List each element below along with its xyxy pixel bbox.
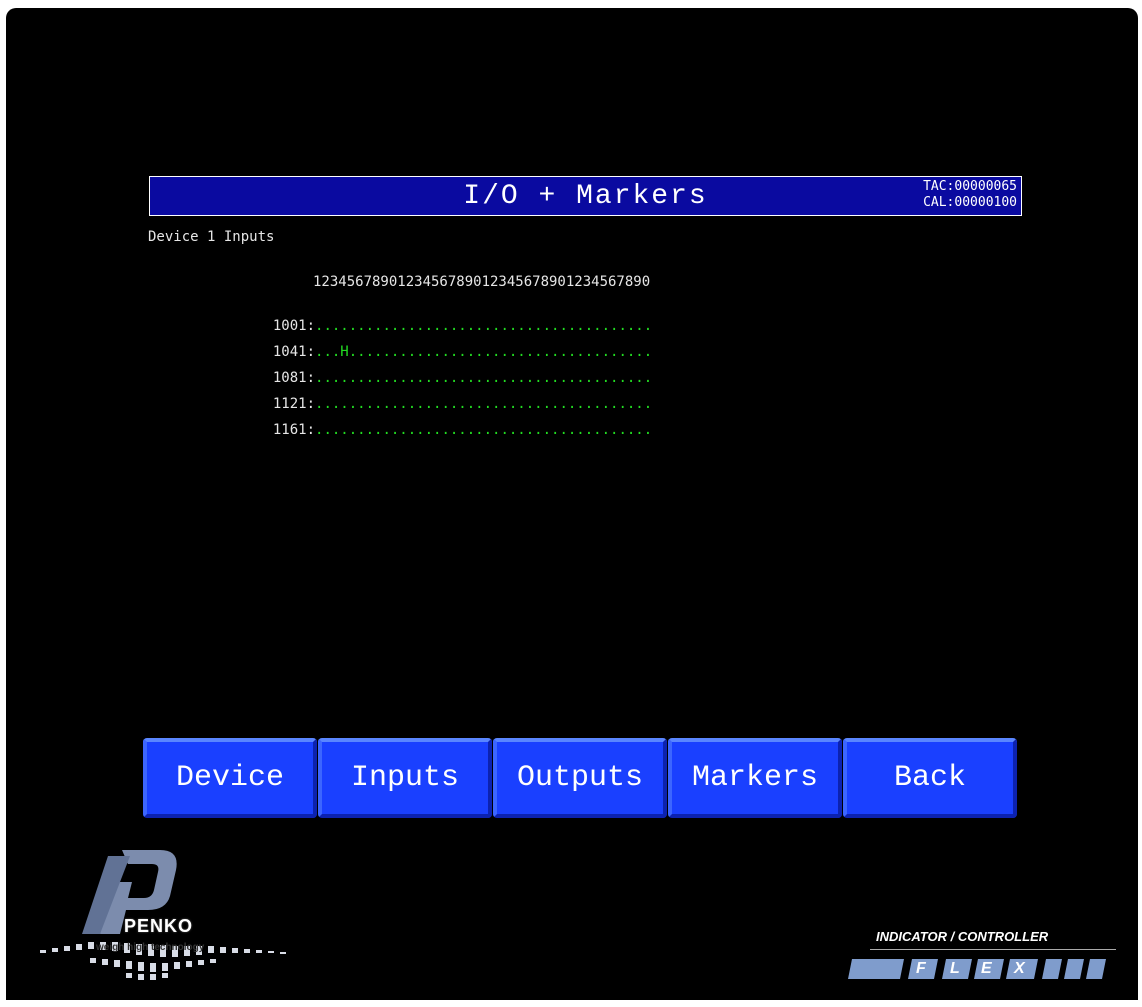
flex-letter-x: X bbox=[1014, 960, 1025, 977]
io-row: 1161:...................................… bbox=[256, 406, 652, 438]
markers-button[interactable]: Markers bbox=[668, 738, 842, 818]
io-row: 1001:...................................… bbox=[256, 302, 652, 334]
flex-letter-f: F bbox=[916, 960, 926, 977]
company-name: PENKO bbox=[124, 916, 194, 936]
io-row: 1041:...H...............................… bbox=[256, 328, 652, 360]
tac-counter: TAC:00000065 bbox=[923, 179, 1017, 194]
flex-logo: INDICATOR / CONTROLLER F L E X bbox=[840, 925, 1120, 995]
io-row: 1081:...................................… bbox=[256, 354, 652, 386]
caption-underline bbox=[870, 949, 1116, 950]
page-title: I/O + Markers bbox=[463, 181, 708, 212]
outputs-button[interactable]: Outputs bbox=[493, 738, 667, 818]
row-bits: ........................................ bbox=[315, 422, 653, 438]
cal-counter: CAL:00000100 bbox=[923, 195, 1017, 210]
counters: TAC:00000065 CAL:00000100 bbox=[923, 179, 1017, 211]
penko-logo: PENKO weigh high technology bbox=[30, 842, 310, 982]
section-label: Device 1 Inputs bbox=[148, 229, 275, 245]
flex-letter-e: E bbox=[981, 960, 992, 977]
bit-ruler: 1234567890123456789012345678901234567890 bbox=[313, 274, 651, 290]
flex-letter-l: L bbox=[950, 960, 960, 977]
row-address: 1161: bbox=[272, 422, 316, 438]
title-bar: I/O + Markers TAC:00000065 CAL:00000100 bbox=[149, 176, 1022, 216]
product-caption: INDICATOR / CONTROLLER bbox=[876, 929, 1049, 944]
back-button[interactable]: Back bbox=[843, 738, 1017, 818]
inputs-button[interactable]: Inputs bbox=[318, 738, 492, 818]
io-row: 1121:...................................… bbox=[256, 380, 652, 412]
device-button[interactable]: Device bbox=[143, 738, 317, 818]
company-tagline: weigh high technology bbox=[96, 942, 205, 953]
